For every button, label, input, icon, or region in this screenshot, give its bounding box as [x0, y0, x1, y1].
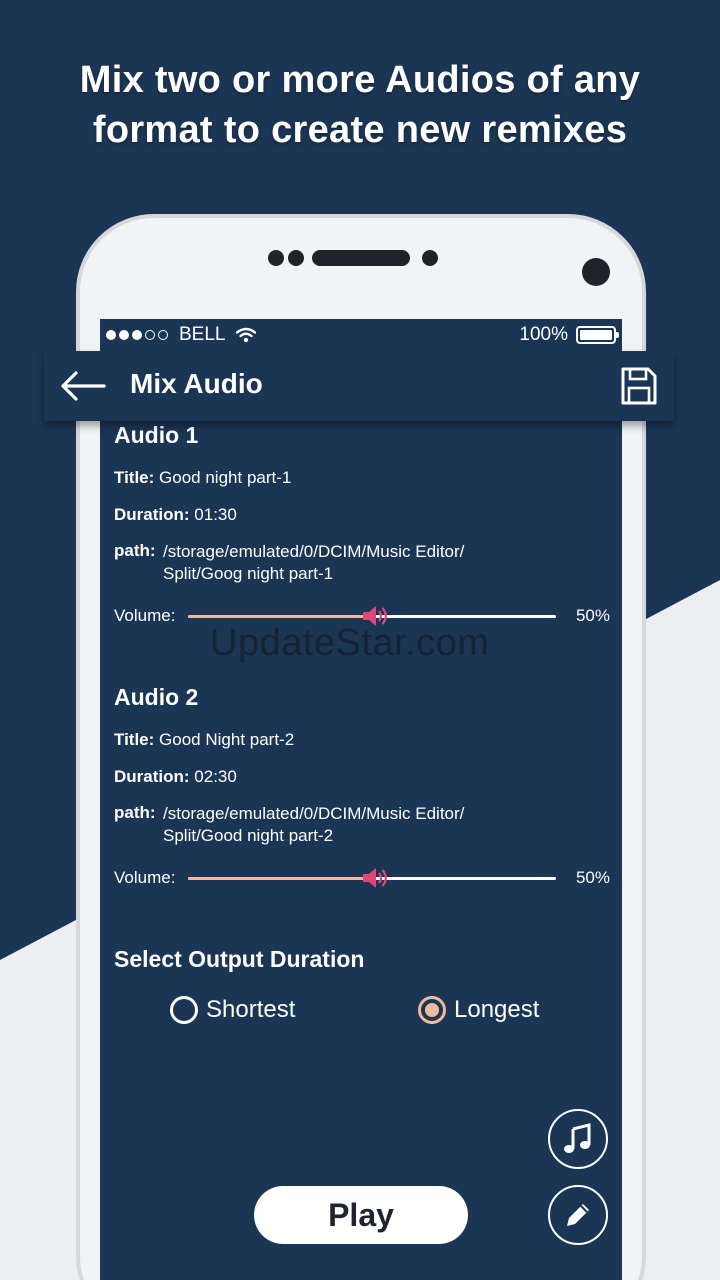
sensor-dot — [288, 250, 304, 266]
radio-circle[interactable] — [170, 996, 198, 1024]
path-line: Split/Goog night part-1 — [163, 564, 334, 583]
headline-line-1: Mix two or more Audios of any — [79, 59, 641, 101]
wifi-icon — [236, 327, 257, 343]
volume-label: Volume: — [114, 606, 176, 625]
signal-carrier: BELL — [106, 324, 257, 346]
audio-1-path: /storage/emulated/0/DCIM/Music Editor/ S… — [163, 541, 543, 585]
volume-slider[interactable] — [188, 868, 556, 888]
duration-value: 02:30 — [194, 767, 237, 786]
path-line: /storage/emulated/0/DCIM/Music Editor/ — [163, 804, 465, 823]
audio-2-volume: Volume: 50% — [114, 864, 610, 894]
audio-2-path: /storage/emulated/0/DCIM/Music Editor/ S… — [163, 803, 543, 847]
front-camera — [582, 258, 610, 286]
title-value: Good night part-1 — [159, 468, 292, 487]
battery-status: 100% — [519, 324, 619, 346]
page-title: Mix Audio — [130, 368, 263, 399]
arrow-left-icon[interactable] — [58, 367, 108, 405]
signal-dot — [106, 330, 116, 340]
duration-value: 01:30 — [194, 505, 237, 524]
phone-screen: BELL 100% Audio 1 Title: Good night part… — [100, 319, 622, 1280]
radio-label: Shortest — [206, 996, 296, 1023]
path-line: /storage/emulated/0/DCIM/Music Editor/ — [163, 542, 465, 561]
duration-label: Duration: — [114, 767, 190, 786]
app-bar: Mix Audio — [44, 351, 674, 421]
promo-headline: Mix two or more Audios of any format to … — [0, 55, 720, 155]
audio-1-duration: Duration: 01:30 — [114, 504, 237, 526]
path-line: Split/Good night part-2 — [163, 826, 334, 845]
audio-1-title: Title: Good night part-1 — [114, 467, 291, 489]
duration-label: Duration: — [114, 505, 190, 524]
sensor-dot — [268, 250, 284, 266]
battery-percent: 100% — [519, 324, 568, 345]
radio-shortest[interactable]: Shortest — [170, 996, 295, 1024]
audio-2-title: Title: Good Night part-2 — [114, 729, 294, 751]
status-bar: BELL 100% — [100, 319, 622, 351]
speaker-icon[interactable] — [360, 864, 390, 892]
music-library-button[interactable] — [548, 1109, 608, 1169]
carrier-name: BELL — [179, 324, 226, 345]
volume-value: 50% — [575, 606, 610, 625]
audio-2-path-label: path: — [114, 803, 156, 822]
signal-dot — [158, 330, 168, 340]
title-label: Title: — [114, 468, 155, 487]
edit-button[interactable] — [548, 1185, 608, 1245]
pencil-icon — [567, 1204, 589, 1226]
floppy-disk-icon[interactable] — [620, 366, 658, 406]
audio-1-path-label: path: — [114, 541, 156, 560]
audio-2-heading: Audio 2 — [114, 684, 199, 710]
signal-dot — [145, 330, 155, 340]
radio-label: Longest — [454, 996, 540, 1023]
volume-value: 50% — [575, 868, 610, 887]
radio-circle[interactable] — [418, 996, 446, 1024]
watermark: UpdateStar.com — [210, 622, 490, 664]
battery-icon — [576, 326, 619, 344]
sensor-dot — [422, 250, 438, 266]
audio-1-heading: Audio 1 — [114, 422, 199, 448]
play-button[interactable]: Play — [254, 1186, 468, 1244]
volume-label: Volume: — [114, 868, 176, 887]
music-note-icon — [564, 1123, 591, 1153]
radio-longest[interactable]: Longest — [418, 996, 539, 1024]
volume-fill — [188, 877, 372, 880]
title-value: Good Night part-2 — [159, 730, 295, 749]
signal-dot — [132, 330, 142, 340]
title-label: Title: — [114, 730, 155, 749]
earpiece-speaker — [312, 250, 410, 266]
audio-2-duration: Duration: 02:30 — [114, 766, 237, 788]
volume-fill — [188, 615, 372, 618]
volume-slider[interactable] — [188, 606, 556, 626]
output-duration-heading: Select Output Duration — [114, 946, 365, 972]
headline-line-2: format to create new remixes — [92, 109, 628, 151]
signal-dot — [119, 330, 129, 340]
